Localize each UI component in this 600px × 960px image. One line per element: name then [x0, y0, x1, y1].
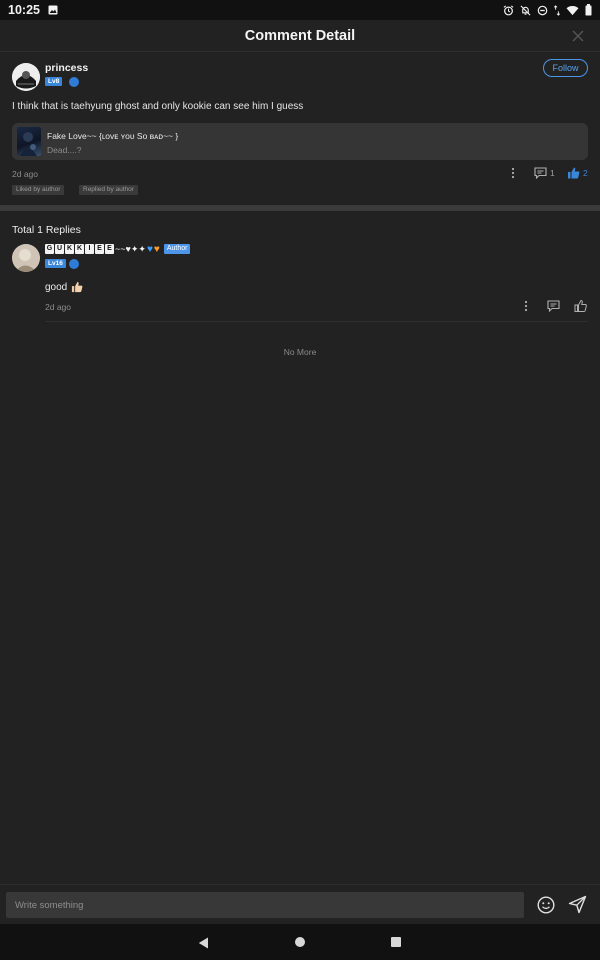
- status-time: 10:25: [8, 3, 40, 17]
- comment-icon: [547, 300, 560, 312]
- name-letter: U: [55, 244, 64, 254]
- comment-text: I think that is taehyung ghost and only …: [12, 101, 304, 112]
- thumbs-up-filled-icon: [568, 167, 580, 179]
- reply-timestamp: 2d ago: [45, 302, 71, 312]
- page-title: Comment Detail: [244, 27, 356, 44]
- reply-count: 1: [550, 168, 555, 178]
- comment-username[interactable]: princess: [45, 62, 88, 74]
- blue-heart-icon: ♥: [146, 243, 153, 255]
- reply-more-options-button[interactable]: [523, 300, 529, 312]
- name-letter: I: [85, 244, 94, 254]
- reply-text-content: good: [45, 281, 68, 293]
- comment-input[interactable]: [6, 892, 524, 918]
- more-vertical-icon: [511, 167, 515, 179]
- battery-icon: [585, 4, 592, 16]
- reply-username[interactable]: G U K K I E E ~~♥✦✦ ♥ ♥ Author: [45, 243, 191, 255]
- section-divider: [0, 205, 600, 211]
- emoji-icon[interactable]: [537, 896, 555, 914]
- notifications-off-icon: [520, 5, 531, 16]
- status-bar: 10:25: [0, 0, 600, 20]
- name-decoration: ~~♥✦✦: [115, 243, 146, 254]
- reply-button[interactable]: 1: [534, 167, 555, 179]
- main-comment: princess Lv8 Follow I think that is taeh…: [0, 52, 600, 204]
- reply-like-button[interactable]: [574, 300, 587, 312]
- post-subtitle: Dead....?: [47, 145, 82, 155]
- name-letter: G: [45, 244, 54, 254]
- post-thumbnail: [17, 127, 41, 156]
- more-options-button[interactable]: [510, 167, 516, 179]
- orange-heart-icon: ♥: [153, 243, 160, 255]
- data-arrows-icon: [554, 4, 560, 16]
- reply-level-badge: Lv16: [45, 259, 66, 268]
- reply-text: good: [45, 281, 83, 293]
- like-count: 2: [583, 168, 588, 178]
- reply-avatar[interactable]: [12, 244, 40, 272]
- reply-comment-button[interactable]: [547, 300, 560, 312]
- more-vertical-icon: [524, 300, 528, 312]
- thumbs-up-emoji-icon: [72, 281, 83, 293]
- comment-input-bar: [0, 884, 600, 924]
- close-icon[interactable]: [570, 28, 586, 44]
- like-button[interactable]: 2: [567, 167, 588, 179]
- do-not-disturb-icon: [537, 5, 548, 16]
- back-icon[interactable]: [198, 936, 209, 954]
- liked-by-author-tag: Liked by author: [12, 185, 65, 195]
- reply-divider: [45, 321, 588, 322]
- post-title: Fake Love~~ {ʟᴏᴠᴇ ʏᴏᴜ Sᴏ ʙᴀᴅ~~ }: [47, 131, 179, 141]
- home-icon[interactable]: [295, 937, 305, 947]
- level-badge: Lv8: [45, 77, 63, 86]
- author-badge: Author: [163, 244, 191, 254]
- recent-apps-icon[interactable]: [391, 937, 401, 947]
- comment-timestamp: 2d ago: [12, 169, 38, 179]
- gallery-icon: [48, 5, 58, 15]
- thumbs-up-icon: [574, 300, 587, 312]
- reply-verified-badge-icon: [69, 259, 79, 269]
- no-more-label: No More: [283, 347, 317, 357]
- system-nav-bar: [0, 924, 600, 960]
- name-letter: K: [75, 244, 84, 254]
- alarm-icon: [503, 4, 514, 16]
- replies-total: Total 1 Replies: [12, 224, 81, 236]
- name-letter: K: [65, 244, 74, 254]
- follow-button[interactable]: Follow: [543, 59, 588, 77]
- linked-post-card[interactable]: Fake Love~~ {ʟᴏᴠᴇ ʏᴏᴜ Sᴏ ʙᴀᴅ~~ } Dead...…: [12, 123, 588, 160]
- verified-badge-icon: [69, 77, 79, 87]
- page-header: Comment Detail: [0, 20, 600, 52]
- wifi-icon: [566, 5, 579, 16]
- send-icon[interactable]: [568, 895, 587, 914]
- name-letter: E: [95, 244, 104, 254]
- avatar[interactable]: [12, 63, 40, 91]
- replied-by-author-tag: Replied by author: [79, 185, 138, 195]
- comment-icon: [534, 167, 547, 179]
- name-letter: E: [105, 244, 114, 254]
